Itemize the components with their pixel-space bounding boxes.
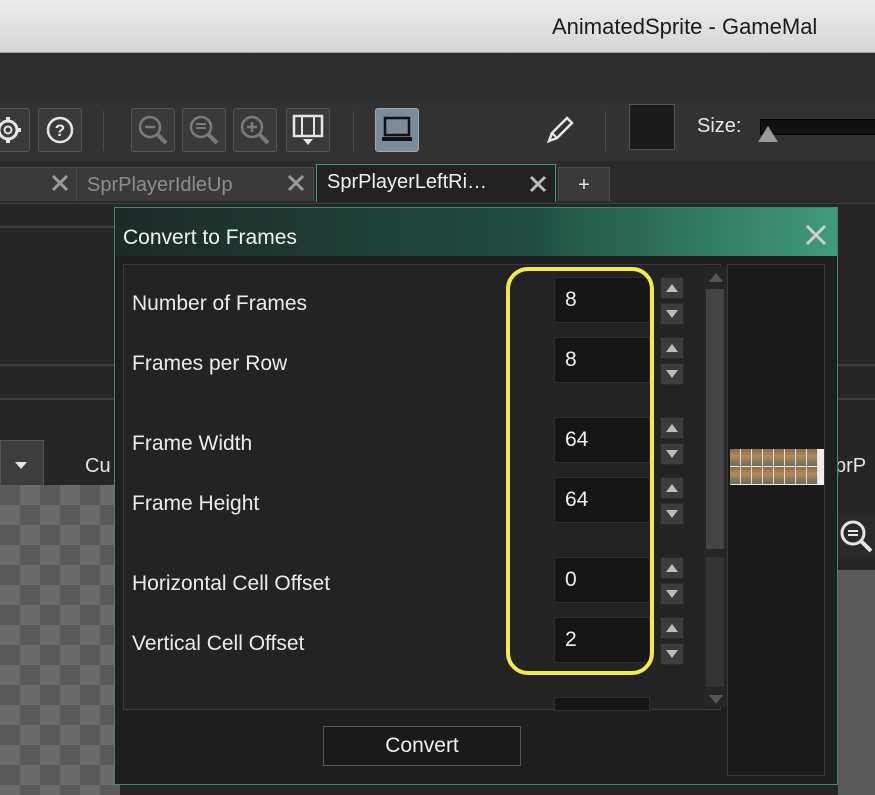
scrollbar-track <box>706 557 724 687</box>
zoom-in-button[interactable] <box>233 108 277 152</box>
sprite-canvas[interactable] <box>0 485 120 795</box>
horizontal-cell-offset-stepper[interactable] <box>660 557 684 605</box>
dialog-title: Convert to Frames <box>123 226 297 249</box>
fit-button[interactable] <box>286 108 330 152</box>
field-label-frame-width: Frame Width <box>132 432 253 455</box>
decrement-icon[interactable] <box>660 583 684 605</box>
field-label-vertical-cell-offset: Vertical Cell Offset <box>132 632 305 655</box>
decrement-icon[interactable] <box>660 363 684 385</box>
pencil-icon[interactable] <box>543 113 577 152</box>
zoom-out-icon <box>138 115 168 145</box>
close-tab-icon[interactable] <box>527 173 549 201</box>
dropdown-button[interactable] <box>0 440 44 488</box>
zoom-out-button[interactable] <box>131 108 175 152</box>
field-label-frame-height: Frame Height <box>132 492 260 515</box>
new-tab-button[interactable]: + <box>558 167 610 201</box>
gear-icon <box>0 117 21 143</box>
size-label: Size: <box>697 115 742 137</box>
sprite-canvas-right <box>838 570 875 795</box>
decrement-icon[interactable] <box>660 503 684 525</box>
next-field-input[interactable] <box>554 697 650 711</box>
svg-text:?: ? <box>55 121 65 140</box>
frames-preview <box>727 264 825 776</box>
close-tab-icon[interactable] <box>285 172 307 200</box>
tab-sprplayerleftright[interactable]: SprPlayerLeftRi… <box>316 164 556 202</box>
sprite-sheet-thumbnail <box>730 449 824 485</box>
help-icon: ? <box>46 116 74 144</box>
laptop-icon <box>382 116 412 141</box>
increment-icon[interactable] <box>660 477 684 499</box>
window-title: AnimatedSprite - GameMal <box>552 14 818 39</box>
background-label-cu: Cu <box>85 455 111 477</box>
zoom-button[interactable] <box>836 515 875 557</box>
zoom-reset-button[interactable] <box>182 108 226 152</box>
toolbar: ? <box>0 101 875 161</box>
tab-sprplayeridleup[interactable]: SprPlayerIdleUp <box>76 167 314 201</box>
chevron-down-icon <box>15 462 27 469</box>
increment-icon[interactable] <box>660 417 684 439</box>
size-slider-thumb[interactable] <box>758 126 778 142</box>
background-label-spr: prP <box>835 455 867 477</box>
frame-height-stepper[interactable] <box>660 477 684 525</box>
preview-button[interactable] <box>375 108 419 152</box>
frame-width-stepper[interactable] <box>660 417 684 465</box>
window-titlebar: AnimatedSprite - GameMal <box>0 0 875 53</box>
increment-icon[interactable] <box>660 617 684 639</box>
vertical-cell-offset-stepper[interactable] <box>660 617 684 665</box>
zoom-reset-icon <box>189 115 219 145</box>
scroll-down-icon[interactable] <box>704 691 728 709</box>
tab-label: SprPlayerIdleUp <box>87 174 233 196</box>
color-swatch[interactable] <box>629 104 675 150</box>
tab-previous[interactable] <box>0 167 78 201</box>
convert-to-frames-dialog: Convert to Frames Number of Frames 8 Fra… <box>114 207 838 785</box>
number-of-frames-stepper[interactable] <box>660 277 684 325</box>
close-icon[interactable] <box>803 222 829 248</box>
dialog-titlebar[interactable]: Convert to Frames <box>115 208 837 256</box>
frames-per-row-stepper[interactable] <box>660 337 684 385</box>
tab-bar: SprPlayerIdleUp SprPlayerLeftRi… + <box>0 161 875 204</box>
zoom-in-icon <box>240 115 270 145</box>
scrollbar-thumb[interactable] <box>706 289 724 549</box>
gear-button[interactable] <box>0 108 30 152</box>
decrement-icon[interactable] <box>660 443 684 465</box>
scroll-up-icon[interactable] <box>704 269 728 287</box>
menu-bar <box>0 53 875 101</box>
zoom-icon <box>840 520 873 553</box>
help-button[interactable]: ? <box>38 108 82 152</box>
field-label-frames-per-row: Frames per Row <box>132 352 288 375</box>
field-label-horizontal-cell-offset: Horizontal Cell Offset <box>132 572 331 595</box>
tab-label: SprPlayerLeftRi… <box>327 171 488 193</box>
convert-button[interactable]: Convert <box>323 726 521 766</box>
decrement-icon[interactable] <box>660 643 684 665</box>
increment-icon[interactable] <box>660 557 684 579</box>
highlight-annotation <box>506 267 654 675</box>
close-tab-icon[interactable] <box>49 172 71 200</box>
field-label-number-of-frames: Number of Frames <box>132 292 308 315</box>
decrement-icon[interactable] <box>660 303 684 325</box>
fit-icon <box>292 114 324 145</box>
properties-scrollbar[interactable] <box>704 267 728 707</box>
increment-icon[interactable] <box>660 337 684 359</box>
increment-icon[interactable] <box>660 277 684 299</box>
